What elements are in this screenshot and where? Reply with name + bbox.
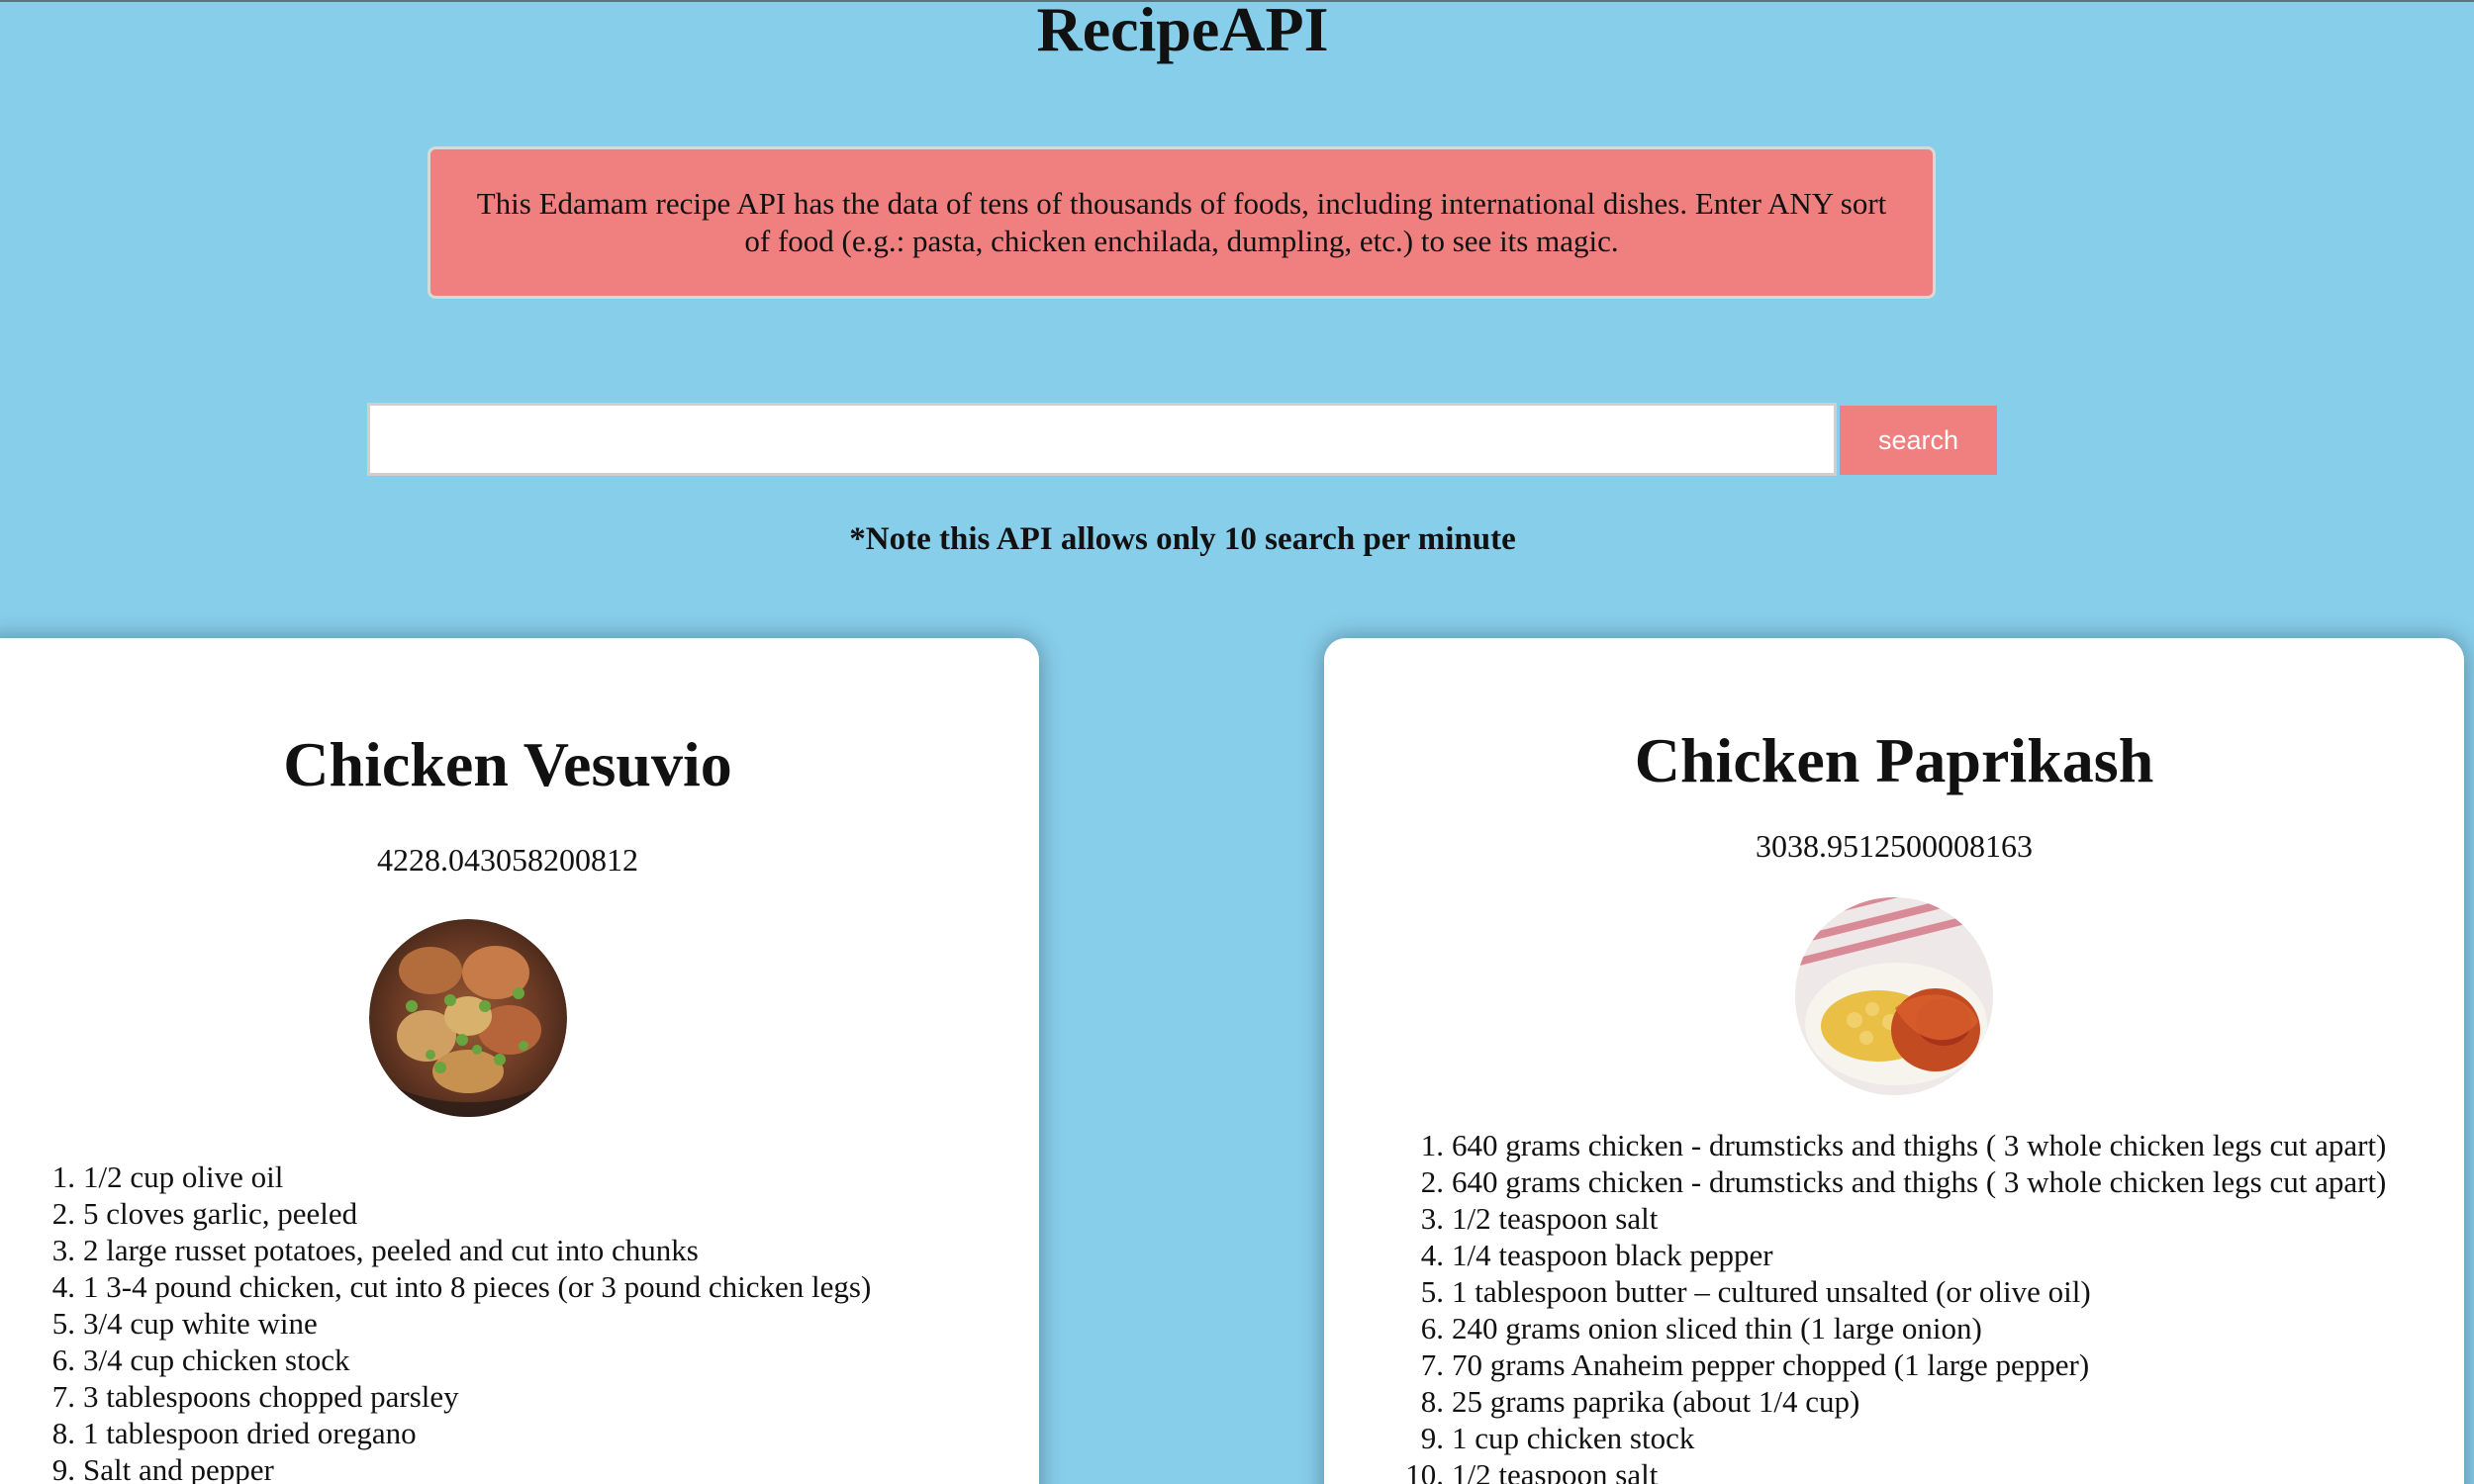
ingredient-item: 2. 5 cloves garlic, peeled <box>51 1196 358 1231</box>
ingredient-item: 2. 640 grams chicken - drumsticks and thi… <box>1420 1164 2387 1199</box>
ingredient-list: 1. 1/2 cup olive oil 2. 5 cloves garlic, p… <box>28 1159 872 1484</box>
recipe-calories: 3038.9512500008163 <box>1756 828 2033 864</box>
chicken-paprikash-image <box>1795 897 1993 1095</box>
recipe-card-chicken-paprikash: Chicken Paprikash 3038.9512500008163 1. … <box>1324 638 2464 1484</box>
ingredient-list: 1. 640 grams chicken - drumsticks and thi… <box>1396 1127 2386 1484</box>
info-message-text: This Edamam recipe API has the data of t… <box>476 186 1887 258</box>
ingredient-item: 3. 2 large russet potatoes, peeled and cu… <box>51 1233 699 1267</box>
ingredient-item: 4. 1 3-4 pound chicken, cut into 8 pieces… <box>51 1269 872 1304</box>
ingredient-item: 5. 3/4 cup white wine <box>51 1306 318 1341</box>
rate-limit-note: *Note this API allows only 10 search per… <box>849 521 1516 557</box>
ingredient-item: 10. 1/2 teaspoon salt <box>1405 1457 1659 1484</box>
ingredient-item: 8. 25 grams paprika (about 1/4 cup) <box>1420 1384 1860 1419</box>
ingredient-item: 1. 1/2 cup olive oil <box>51 1159 284 1194</box>
ingredient-item: 9. Salt and pepper <box>51 1452 274 1484</box>
search-input[interactable] <box>367 403 1837 476</box>
ingredient-item: 3. 1/2 teaspoon salt <box>1420 1201 1659 1236</box>
search-button[interactable]: search <box>1840 406 1997 475</box>
ingredient-item: 8. 1 tablespoon dried oregano <box>51 1416 417 1450</box>
ingredient-item: 6. 240 grams onion sliced thin (1 large o… <box>1420 1311 1982 1345</box>
recipe-card-chicken-vesuvio: Chicken Vesuvio 4228.043058200812 1. 1/2… <box>0 638 1039 1484</box>
ingredient-item: 4. 1/4 teaspoon black pepper <box>1420 1238 1773 1272</box>
recipe-title: Chicken Paprikash <box>1634 724 2154 795</box>
info-message-box: This Edamam recipe API has the data of t… <box>428 146 1936 299</box>
chicken-vesuvio-image <box>369 919 567 1117</box>
recipe-calories: 4228.043058200812 <box>377 842 638 878</box>
ingredient-item: 9. 1 cup chicken stock <box>1420 1421 1695 1455</box>
ingredient-item: 5. 1 tablespoon butter – cultured unsalte… <box>1420 1274 2091 1309</box>
ingredient-item: 7. 70 grams Anaheim pepper chopped (1 lar… <box>1420 1347 2090 1382</box>
recipe-title: Chicken Vesuvio <box>283 728 732 799</box>
recipe-api-page: RecipeAPI This Edamam recipe API has the… <box>0 0 2474 1484</box>
app-title: RecipeAPI <box>1036 0 1329 64</box>
ingredient-item: 6. 3/4 cup chicken stock <box>51 1343 350 1377</box>
ingredient-item: 1. 640 grams chicken - drumsticks and thi… <box>1420 1128 2387 1162</box>
ingredient-item: 7. 3 tablespoons chopped parsley <box>51 1379 459 1414</box>
